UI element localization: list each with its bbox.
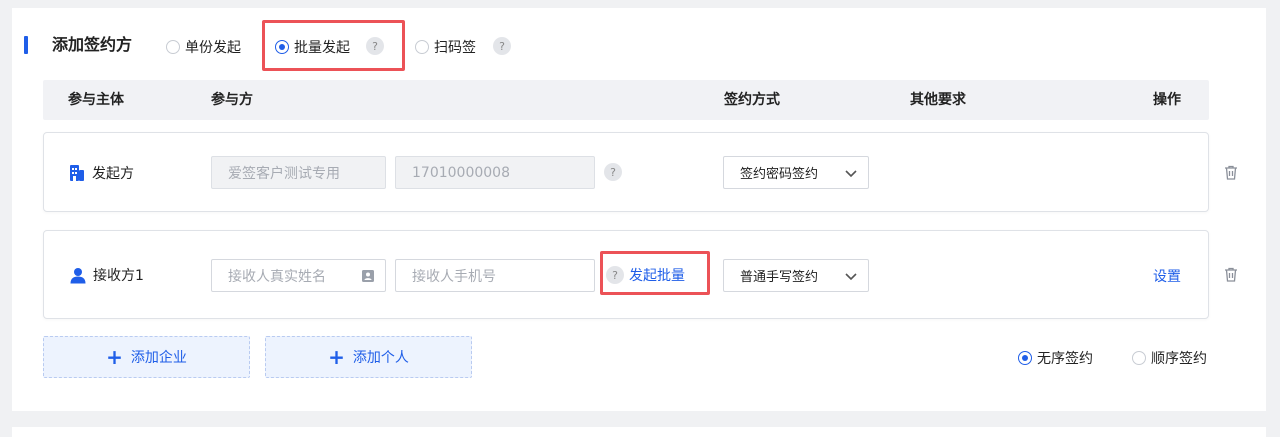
header-party-type: 参与主体	[68, 92, 124, 108]
contact-book-icon[interactable]	[361, 269, 375, 283]
header-actions: 操作	[1153, 92, 1181, 108]
header-sign-method: 签约方式	[724, 92, 780, 108]
mode-scan-label: 扫码签	[434, 40, 476, 56]
help-icon[interactable]: ?	[604, 163, 622, 181]
next-section-card	[12, 427, 1266, 437]
receiver-sign-method-select[interactable]: 普通手写签约	[723, 259, 869, 292]
user-icon	[70, 267, 86, 283]
header-other-requirements: 其他要求	[910, 92, 966, 108]
trash-icon[interactable]	[1224, 267, 1238, 282]
initiator-label: 发起方	[92, 166, 134, 182]
add-company-button[interactable]: + 添加企业	[43, 336, 250, 378]
mode-scan-radio[interactable]: 扫码签	[415, 37, 476, 57]
trash-icon[interactable]	[1224, 165, 1238, 180]
section-title: 添加签约方	[52, 35, 133, 54]
radio-circle	[415, 40, 429, 54]
sequential-signing-radio[interactable]: 顺序签约	[1132, 348, 1207, 368]
receiver-name-placeholder: 接收人真实姓名	[228, 268, 326, 285]
receiver-settings-link[interactable]: 设置	[1153, 266, 1181, 286]
radio-circle-selected	[1018, 351, 1032, 365]
add-person-button[interactable]: + 添加个人	[265, 336, 472, 378]
radio-circle	[166, 40, 180, 54]
batch-initiate-link[interactable]: 发起批量	[629, 265, 685, 285]
initiator-company-field: 爱签客户测试专用	[211, 156, 386, 189]
unordered-signing-label: 无序签约	[1037, 351, 1093, 367]
header-participant: 参与方	[211, 92, 253, 108]
radio-circle-selected	[275, 40, 289, 54]
chevron-down-icon	[845, 170, 857, 178]
chevron-down-icon	[845, 273, 857, 281]
initiator-party: 发起方	[69, 163, 134, 183]
building-icon	[70, 165, 84, 181]
mode-batch-label: 批量发起	[294, 40, 350, 56]
help-icon[interactable]: ?	[366, 37, 384, 55]
receiver-name-input[interactable]: 接收人真实姓名	[211, 259, 386, 292]
sequential-signing-label: 顺序签约	[1151, 351, 1207, 367]
receiver-label: 接收方1	[93, 268, 144, 284]
unordered-signing-radio[interactable]: 无序签约	[1018, 348, 1093, 368]
add-company-label: 添加企业	[130, 350, 187, 366]
help-icon[interactable]: ?	[493, 37, 511, 55]
receiver-phone-input[interactable]: 接收人手机号	[395, 259, 595, 292]
add-person-label: 添加个人	[352, 350, 409, 366]
initiator-sign-method-select[interactable]: 签约密码签约	[723, 156, 869, 189]
receiver-sign-method-value: 普通手写签约	[740, 270, 819, 285]
initiator-sign-method-value: 签约密码签约	[740, 167, 819, 182]
initiator-phone-field: 17010000008	[395, 156, 595, 189]
radio-circle	[1132, 351, 1146, 365]
mode-batch-radio[interactable]: 批量发起	[275, 37, 350, 57]
receiver-party: 接收方1	[70, 265, 144, 285]
title-accent-bar	[24, 36, 28, 54]
plus-icon: +	[106, 345, 123, 369]
plus-icon: +	[328, 345, 345, 369]
mode-single-label: 单份发起	[185, 40, 241, 56]
table-header: 参与主体 参与方 签约方式 其他要求 操作	[43, 80, 1209, 120]
help-icon[interactable]: ?	[606, 266, 624, 284]
mode-single-radio[interactable]: 单份发起	[166, 37, 241, 57]
